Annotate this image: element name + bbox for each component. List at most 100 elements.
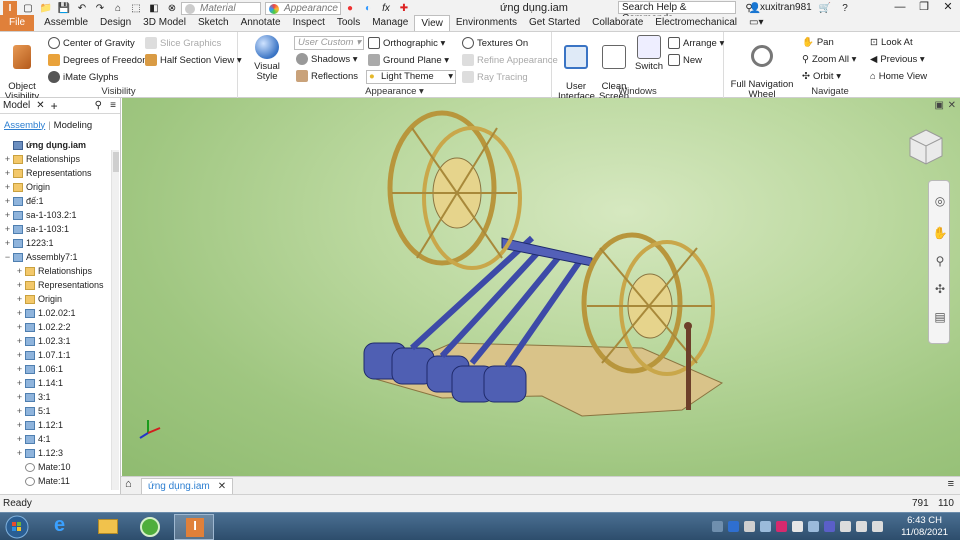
expand-toggle-icon[interactable]: + bbox=[3, 154, 12, 164]
expand-toggle-icon[interactable]: + bbox=[15, 420, 24, 430]
tree-item[interactable]: +3:1 bbox=[0, 390, 51, 404]
restore-button[interactable]: ❐ bbox=[912, 0, 936, 16]
search-icon[interactable]: ⚲ bbox=[95, 100, 102, 111]
arrange-button[interactable]: Arrange ▾ bbox=[668, 37, 724, 49]
tree-item[interactable]: ứng dụng.iam bbox=[0, 138, 86, 152]
tree-item[interactable]: +1.14:1 bbox=[0, 376, 63, 390]
expand-toggle-icon[interactable]: + bbox=[15, 280, 24, 290]
expand-toggle-icon[interactable]: + bbox=[15, 434, 24, 444]
file-explorer-icon[interactable] bbox=[88, 514, 128, 540]
tab-environments[interactable]: Environments bbox=[450, 15, 523, 31]
orbit-button[interactable]: ✣ Orbit ▾ bbox=[802, 71, 841, 82]
redo-icon[interactable]: ↷ bbox=[93, 1, 107, 15]
home-tab-icon[interactable]: ⌂ bbox=[125, 478, 132, 490]
tab-inspect[interactable]: Inspect bbox=[287, 15, 331, 31]
pan-button[interactable]: ✋ Pan bbox=[802, 37, 834, 48]
tab-get-started[interactable]: Get Started bbox=[523, 15, 586, 31]
select-icon[interactable]: ⬚ bbox=[129, 1, 143, 15]
tree-item[interactable]: +1.06:1 bbox=[0, 362, 63, 376]
expand-toggle-icon[interactable]: + bbox=[15, 350, 24, 360]
orthographic-button[interactable]: Orthographic ▾ bbox=[368, 37, 445, 49]
add-icon[interactable]: + bbox=[51, 99, 58, 113]
tree-item[interactable]: + Origin bbox=[0, 180, 50, 194]
inventor-taskbar-icon[interactable]: I bbox=[174, 514, 214, 540]
tab-manage[interactable]: Manage bbox=[366, 15, 414, 31]
center-of-gravity-button[interactable]: Center of Gravity bbox=[48, 37, 135, 49]
tree-item[interactable]: +1223:1 bbox=[0, 236, 54, 250]
expand-toggle-icon[interactable]: + bbox=[15, 294, 24, 304]
fx-icon[interactable]: fx bbox=[379, 1, 393, 15]
look-at-button[interactable]: ⊡ Look At bbox=[870, 37, 913, 48]
ray-tracing-button[interactable]: Ray Tracing bbox=[462, 71, 528, 83]
lighting-style-combo[interactable]: User Custom ▾ bbox=[294, 36, 364, 50]
pan-icon[interactable]: ✋ bbox=[932, 225, 948, 241]
half-section-view-button[interactable]: Half Section View ▾ bbox=[145, 54, 242, 66]
tab-design[interactable]: Design bbox=[94, 15, 137, 31]
light-theme-combo[interactable]: ● Light Theme ▾ bbox=[366, 70, 456, 84]
start-button[interactable] bbox=[4, 514, 36, 540]
user-name[interactable]: xuxitran981 bbox=[760, 2, 812, 13]
close-window-button[interactable]: ✕ bbox=[936, 0, 960, 16]
previous-view-button[interactable]: ◀ Previous ▾ bbox=[870, 54, 925, 65]
help-icon[interactable]: ? bbox=[838, 1, 852, 15]
expand-toggle-icon[interactable]: + bbox=[3, 238, 12, 248]
tab-annotate[interactable]: Annotate bbox=[235, 15, 287, 31]
antivirus-icon[interactable] bbox=[776, 521, 787, 532]
signal-icon[interactable] bbox=[872, 521, 883, 532]
save-icon[interactable]: 💾 bbox=[57, 1, 71, 15]
flag-icon[interactable] bbox=[792, 521, 803, 532]
expand-toggle-icon[interactable]: − bbox=[3, 252, 12, 262]
tree-item[interactable]: + Representations bbox=[0, 166, 92, 180]
expand-toggle-icon[interactable]: + bbox=[3, 224, 12, 234]
expand-toggle-icon[interactable]: + bbox=[15, 266, 24, 276]
tree-item[interactable]: − Assembly7:1 bbox=[0, 250, 78, 264]
degrees-of-freedom-button[interactable]: Degrees of Freedom bbox=[48, 54, 150, 66]
expand-toggle-icon[interactable]: + bbox=[15, 378, 24, 388]
add-icon[interactable]: ✚ bbox=[397, 1, 411, 15]
speaker-icon[interactable] bbox=[840, 521, 851, 532]
material-dropdown[interactable]: Material bbox=[181, 1, 261, 15]
switch-button[interactable]: Switch bbox=[632, 35, 666, 72]
menu-icon[interactable]: ≡ bbox=[110, 100, 116, 111]
expand-toggle-icon[interactable]: + bbox=[15, 364, 24, 374]
tree-item[interactable]: + Relationships bbox=[0, 264, 92, 278]
new-icon[interactable]: ▢ bbox=[21, 1, 35, 15]
slice-graphics-button[interactable]: Slice Graphics bbox=[145, 37, 221, 49]
close-icon[interactable]: ✕ bbox=[218, 481, 226, 492]
close-icon[interactable]: ✕ bbox=[36, 100, 44, 111]
tab-sketch[interactable]: Sketch bbox=[192, 15, 235, 31]
ribbon-options-icon[interactable]: ▭▾ bbox=[743, 15, 769, 31]
tab-menu-icon[interactable]: ≡ bbox=[948, 478, 954, 490]
expand-toggle-icon[interactable]: + bbox=[15, 308, 24, 318]
expand-toggle-icon[interactable]: + bbox=[15, 406, 24, 416]
wifi-icon[interactable] bbox=[856, 521, 867, 532]
shadows-button[interactable]: Shadows ▾ bbox=[296, 53, 358, 65]
ground-plane-button[interactable]: Ground Plane ▾ bbox=[368, 54, 449, 66]
tree-item[interactable]: + sa-1-103.2:1 bbox=[0, 208, 77, 222]
expand-toggle-icon[interactable]: + bbox=[15, 336, 24, 346]
teams-icon[interactable] bbox=[824, 521, 835, 532]
cart-icon[interactable]: 🛒 bbox=[818, 1, 832, 15]
bluetooth-icon[interactable] bbox=[728, 521, 739, 532]
expand-toggle-icon[interactable]: + bbox=[3, 196, 12, 206]
home-view-button[interactable]: ⌂ Home View bbox=[870, 71, 927, 82]
tab-3d-model[interactable]: 3D Model bbox=[137, 15, 192, 31]
tab-file[interactable]: File bbox=[0, 15, 35, 31]
clear-appearance-icon[interactable]: ◐ bbox=[361, 1, 375, 15]
tree-item[interactable]: +1.12:1 bbox=[0, 418, 63, 432]
measure-icon[interactable]: ◧ bbox=[147, 1, 161, 15]
view-cube[interactable] bbox=[906, 126, 946, 166]
tree-item[interactable]: + Relationships bbox=[0, 152, 80, 166]
subtab-assembly[interactable]: Assembly bbox=[4, 120, 45, 131]
expand-toggle-icon[interactable]: + bbox=[3, 168, 12, 178]
orbit-icon[interactable]: ✣ bbox=[932, 281, 948, 297]
appearance-dropdown[interactable]: Appearance bbox=[265, 1, 341, 15]
tree-item[interactable]: +5:1 bbox=[0, 404, 51, 418]
expand-toggle-icon[interactable]: + bbox=[15, 392, 24, 402]
zoom-icon[interactable]: ⚲ bbox=[932, 253, 948, 269]
textures-on-button[interactable]: Textures On bbox=[462, 37, 528, 49]
volume-icon[interactable] bbox=[760, 521, 771, 532]
material-globe-icon[interactable]: ⊗ bbox=[165, 1, 179, 15]
tree-item[interactable]: + Representations bbox=[0, 278, 104, 292]
help-search-input[interactable]: Search Help & Commands... bbox=[618, 1, 736, 24]
